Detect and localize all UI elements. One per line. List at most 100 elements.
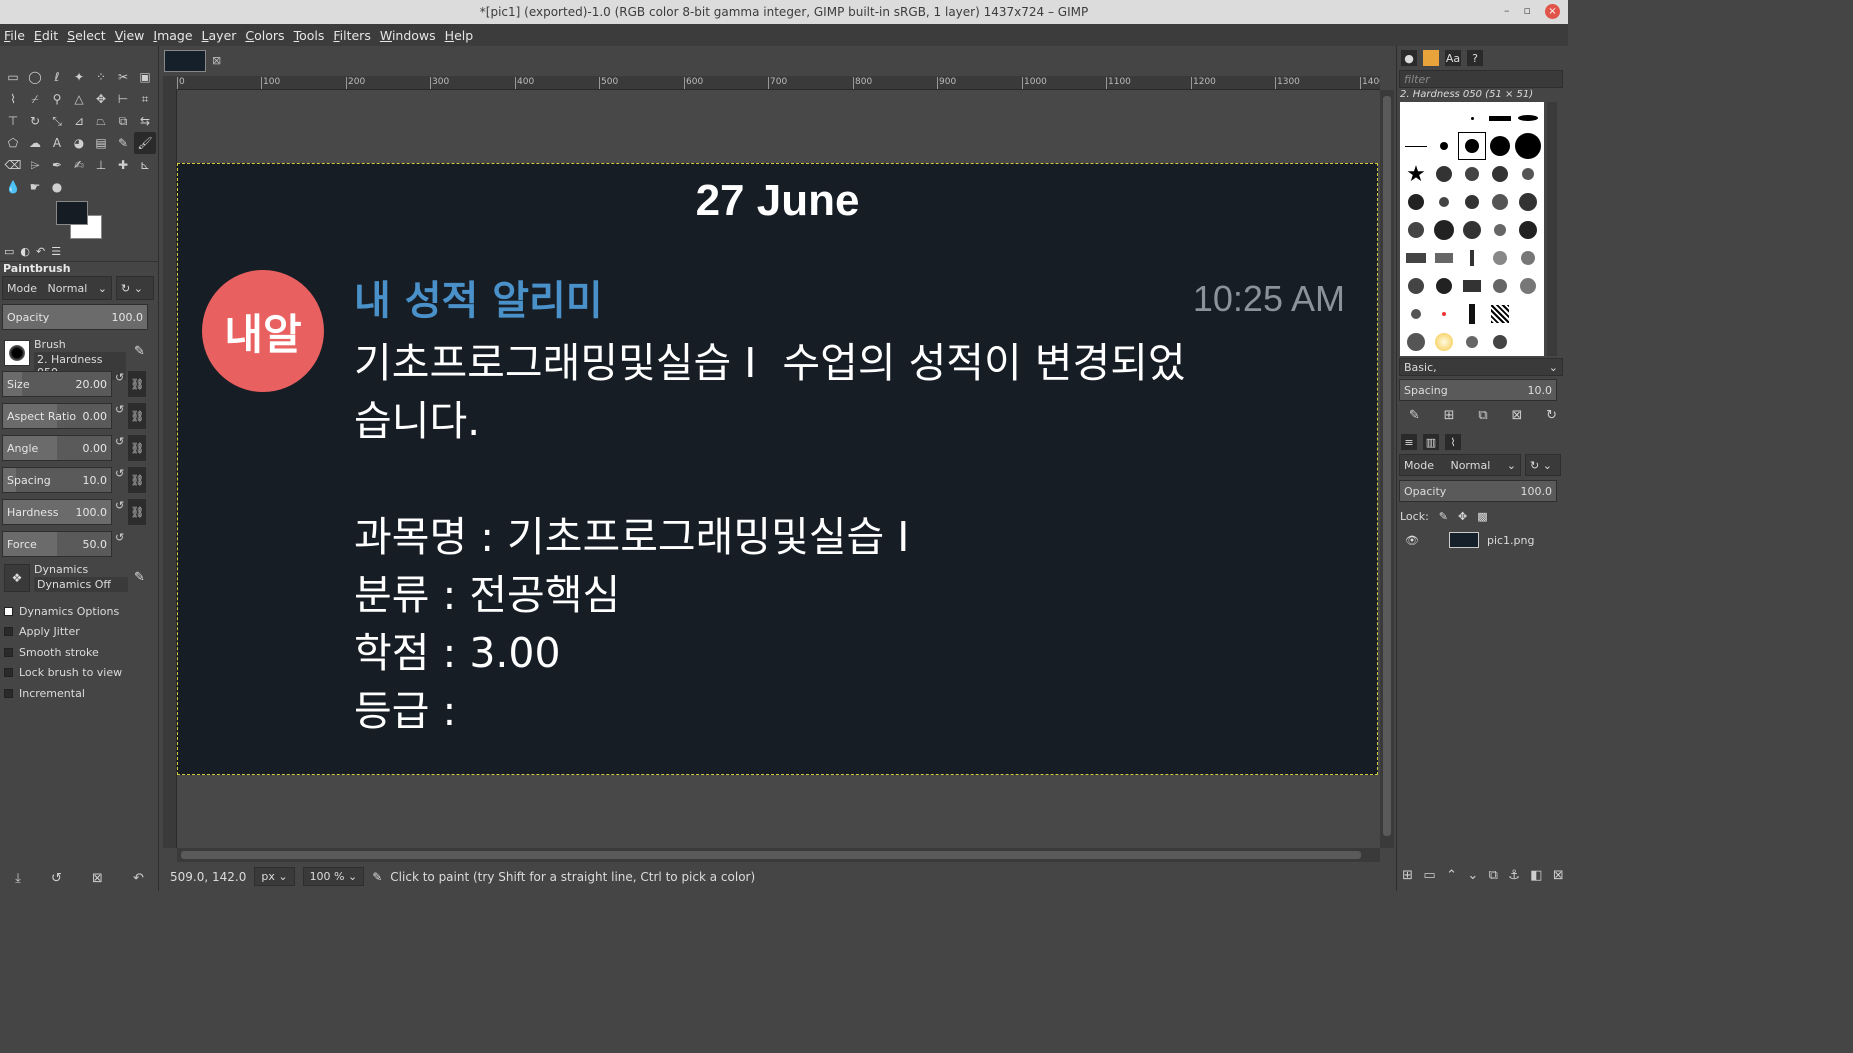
warp-icon[interactable]: ☁ <box>24 132 46 154</box>
force-slider[interactable]: Force 50.0 <box>2 531 112 557</box>
scissors-icon[interactable]: ✂ <box>112 66 134 88</box>
brush-spacing-slider[interactable]: Spacing 10.0 <box>1399 379 1557 401</box>
reset-options-icon[interactable]: ↶ <box>133 871 144 886</box>
menu-select[interactable]: Select <box>67 28 106 43</box>
incremental-check[interactable]: Incremental <box>4 683 122 704</box>
delete-layer-icon[interactable]: ⊠ <box>1553 868 1564 883</box>
brush-item[interactable] <box>1486 244 1514 272</box>
angle-slider[interactable]: Angle 0.00 <box>2 435 112 461</box>
new-layer-icon[interactable]: ⊞ <box>1402 868 1413 883</box>
lower-layer-icon[interactable]: ⌄ <box>1467 868 1478 883</box>
reset-force-icon[interactable]: ↺ <box>115 531 124 544</box>
chain-icon[interactable]: ⛓ <box>128 403 147 429</box>
brush-preset-select[interactable]: Basic, ⌄ <box>1399 358 1563 376</box>
lock-position-icon[interactable]: ✥ <box>1458 510 1467 523</box>
horizontal-ruler[interactable]: 0 100 200 300 400 500 600 700 800 900 10… <box>177 76 1380 90</box>
brush-item[interactable] <box>1402 104 1430 132</box>
mask-icon[interactable]: ◧ <box>1530 868 1542 883</box>
unit-select[interactable]: px ⌄ <box>254 867 295 886</box>
brush-item[interactable] <box>1430 300 1458 328</box>
brush-item[interactable] <box>1402 244 1430 272</box>
smudge-icon[interactable]: ☛ <box>24 176 46 198</box>
brush-item[interactable] <box>1458 132 1486 160</box>
brush-item[interactable] <box>1514 244 1542 272</box>
brush-item[interactable] <box>1514 216 1542 244</box>
undo-history-tab-icon[interactable]: ↶ <box>36 245 45 258</box>
layers-tab-icon[interactable]: ≡ <box>1401 434 1417 450</box>
image-canvas[interactable]: 27 June 내알 내 성적 알리미 10:25 AM 기초프로그래밍및실습 … <box>177 163 1378 775</box>
smooth-stroke-check[interactable]: Smooth stroke <box>4 642 122 663</box>
heal-icon[interactable]: ✚ <box>112 154 134 176</box>
dynamics-icon[interactable]: ❖ <box>4 564 30 592</box>
flip-icon[interactable]: ⇆ <box>134 110 156 132</box>
foreground-color-swatch[interactable] <box>56 201 88 225</box>
menu-filters[interactable]: Filters <box>333 28 370 43</box>
blur-icon[interactable]: 💧 <box>2 176 24 198</box>
color-picker-icon[interactable]: ⌿ <box>24 88 46 110</box>
paths-tab-icon[interactable]: ⌇ <box>1445 434 1461 450</box>
layer-mode-reset[interactable]: ↻ ⌄ <box>1525 454 1561 476</box>
delete-brush-icon[interactable]: ⊠ <box>1511 408 1522 423</box>
eraser-icon[interactable]: ⌫ <box>2 154 24 176</box>
brush-item[interactable] <box>1458 300 1486 328</box>
cage-icon[interactable]: ⬠ <box>2 132 24 154</box>
menu-image[interactable]: Image <box>153 28 192 43</box>
layer-mode-select[interactable]: Mode Normal ⌄ <box>1399 454 1521 476</box>
spacing-slider[interactable]: Spacing 10.0 <box>2 467 112 493</box>
brush-item[interactable] <box>1430 104 1458 132</box>
maximize-icon[interactable]: ▫ <box>1524 4 1531 19</box>
mypaint-icon[interactable]: ✍ <box>68 154 90 176</box>
bucket-fill-icon[interactable]: ◕ <box>68 132 90 154</box>
brush-item[interactable] <box>1486 104 1514 132</box>
reset-spacing-icon[interactable]: ↺ <box>115 467 124 493</box>
dodge-icon[interactable]: ● <box>46 176 68 198</box>
brush-item[interactable] <box>1486 132 1514 160</box>
reset-hardness-icon[interactable]: ↺ <box>115 499 124 525</box>
unified-transform-icon[interactable]: ⊤ <box>2 110 24 132</box>
brush-item[interactable] <box>1486 188 1514 216</box>
raise-layer-icon[interactable]: ⌃ <box>1446 868 1457 883</box>
reset-size-icon[interactable]: ↺ <box>115 371 124 397</box>
layer-opacity-slider[interactable]: Opacity 100.0 <box>1399 480 1557 502</box>
measure-icon[interactable]: △ <box>68 88 90 110</box>
gradient-icon[interactable]: ▤ <box>90 132 112 154</box>
brush-preview[interactable] <box>4 340 30 366</box>
duplicate-brush-icon[interactable]: ⧉ <box>1478 408 1487 423</box>
save-options-icon[interactable]: ⤓ <box>15 871 21 886</box>
menu-layer[interactable]: Layer <box>202 28 237 43</box>
menu-help[interactable]: Help <box>445 28 474 43</box>
3d-transform-icon[interactable]: ⧉ <box>112 110 134 132</box>
crop-icon[interactable]: ⌗ <box>134 88 156 110</box>
brush-item[interactable] <box>1402 132 1430 160</box>
brush-item[interactable] <box>1430 160 1458 188</box>
menu-view[interactable]: View <box>115 28 145 43</box>
airbrush-icon[interactable]: ⌲ <box>24 154 46 176</box>
rotate-icon[interactable]: ↻ <box>24 110 46 132</box>
reset-aspect-icon[interactable]: ↺ <box>115 403 124 429</box>
vertical-ruler[interactable] <box>163 90 177 848</box>
ruler-corner[interactable] <box>163 76 177 90</box>
zoom-icon[interactable]: ⚲ <box>46 88 68 110</box>
aspect-ratio-slider[interactable]: Aspect Ratio 0.00 <box>2 403 112 429</box>
mode-select[interactable]: Mode Normal ⌄ <box>2 276 112 300</box>
rect-select-icon[interactable]: ▭ <box>2 66 24 88</box>
image-tab-thumbnail[interactable] <box>164 50 206 72</box>
help-icon[interactable]: ? <box>1467 50 1483 66</box>
brush-item[interactable] <box>1402 300 1430 328</box>
new-group-icon[interactable]: ▭ <box>1423 868 1435 883</box>
edit-brush-icon[interactable]: ✎ <box>1409 408 1420 423</box>
brush-item[interactable] <box>1458 328 1486 356</box>
clone-icon[interactable]: ⊥ <box>90 154 112 176</box>
pencil-icon[interactable]: ✎ <box>112 132 134 154</box>
eye-icon[interactable]: 👁 <box>1405 534 1419 547</box>
lasso-icon[interactable]: ℓ <box>46 66 68 88</box>
menu-colors[interactable]: Colors <box>245 28 284 43</box>
text-icon[interactable]: A <box>46 132 68 154</box>
brush-item[interactable] <box>1458 104 1486 132</box>
paintbrush-icon[interactable]: 🖌 <box>134 132 156 154</box>
menu-tools[interactable]: Tools <box>294 28 325 43</box>
chain-icon[interactable]: ⛓ <box>128 467 147 493</box>
brush-grid[interactable]: ★ <box>1400 102 1544 356</box>
brush-item[interactable] <box>1458 160 1486 188</box>
chain-icon[interactable]: ⛓ <box>128 499 147 525</box>
